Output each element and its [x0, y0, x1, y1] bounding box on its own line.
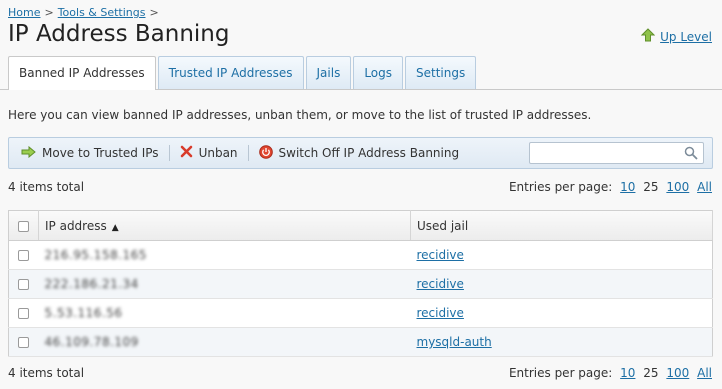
sort-ascending-icon: ▲ — [111, 222, 119, 233]
jail-link[interactable]: mysqld-auth — [417, 335, 492, 349]
up-level-link[interactable]: Up Level — [660, 30, 712, 44]
page-description: Here you can view banned IP addresses, u… — [8, 108, 592, 122]
breadcrumb-separator: > — [149, 6, 159, 19]
entries-per-page-bottom: Entries per page: 10 25 100 All — [509, 366, 712, 380]
tab-logs[interactable]: Logs — [353, 56, 404, 89]
ip-cell: 216.95.158.165 — [38, 240, 411, 270]
move-to-trusted-button[interactable]: Move to Trusted IPs — [17, 145, 163, 161]
jail-cell: mysqld-auth — [410, 327, 713, 357]
up-arrow-icon — [640, 28, 656, 45]
search-input[interactable] — [529, 142, 704, 164]
table-row: 46.109.78.109 mysqld-auth — [8, 327, 713, 357]
tab-bar: Banned IP Addresses Trusted IP Addresses… — [8, 56, 478, 90]
entries-per-page: Entries per page: 10 25 100 All — [509, 180, 712, 194]
switch-off-banning-label: Switch Off IP Address Banning — [278, 146, 460, 160]
table-row: 216.95.158.165 recidive — [8, 240, 713, 270]
entries-option-10[interactable]: 10 — [620, 180, 635, 194]
row-checkbox[interactable] — [18, 279, 30, 290]
jail-cell: recidive — [410, 298, 713, 328]
move-to-trusted-label: Move to Trusted IPs — [42, 146, 159, 160]
table-row: 5.53.116.56 recidive — [8, 298, 713, 328]
ip-address-value: 5.53.116.56 — [44, 306, 123, 320]
jail-cell: recidive — [410, 269, 713, 299]
jail-link[interactable]: recidive — [417, 248, 464, 262]
breadcrumb-tools-link[interactable]: Tools & Settings — [58, 6, 146, 19]
ip-cell: 222.186.21.34 — [38, 269, 411, 299]
items-total-bottom: 4 items total — [8, 366, 85, 380]
row-checkbox[interactable] — [18, 250, 30, 261]
banned-ip-table: IP address ▲ Used jail 216.95.158.165 rec… — [8, 210, 713, 357]
ip-address-value: 222.186.21.34 — [44, 277, 139, 291]
jail-cell: recidive — [410, 240, 713, 270]
jail-link[interactable]: recidive — [417, 277, 464, 291]
ip-address-header-label: IP address — [45, 218, 107, 233]
tab-settings[interactable]: Settings — [405, 56, 477, 89]
row-checkbox-cell — [8, 240, 39, 270]
row-checkbox-cell — [8, 298, 39, 328]
entries-per-page-label: Entries per page: — [508, 366, 613, 380]
switch-off-banning-button[interactable]: Switch Off IP Address Banning — [255, 144, 464, 162]
tab-banned-ip-addresses[interactable]: Banned IP Addresses — [8, 56, 156, 90]
entries-option-100[interactable]: 100 — [666, 366, 689, 380]
select-all-checkbox[interactable] — [18, 220, 29, 232]
ip-cell: 46.109.78.109 — [38, 327, 411, 357]
breadcrumb: Home > Tools & Settings > — [8, 6, 163, 19]
row-checkbox-cell — [8, 327, 39, 357]
power-off-icon — [258, 144, 273, 162]
entries-per-page-label: Entries per page: — [508, 180, 613, 194]
row-checkbox[interactable] — [18, 308, 30, 319]
toolbar-divider — [247, 145, 249, 161]
items-total: 4 items total — [8, 180, 85, 194]
breadcrumb-separator: > — [44, 6, 54, 19]
page-title: IP Address Banning — [8, 21, 230, 47]
entries-option-25: 25 — [643, 366, 659, 380]
entries-option-100[interactable]: 100 — [666, 180, 689, 194]
row-checkbox[interactable] — [18, 337, 30, 348]
tab-trusted-ip-addresses[interactable]: Trusted IP Addresses — [157, 56, 304, 89]
entries-option-all[interactable]: All — [697, 180, 712, 194]
green-arrow-icon — [21, 145, 36, 161]
table-header-row: IP address ▲ Used jail — [8, 210, 713, 241]
ip-cell: 5.53.116.56 — [38, 298, 411, 328]
tab-jails[interactable]: Jails — [305, 56, 352, 89]
entries-option-all[interactable]: All — [697, 366, 712, 380]
up-level[interactable]: Up Level — [640, 28, 712, 45]
entries-option-25: 25 — [643, 180, 659, 194]
jail-link[interactable]: recidive — [417, 306, 464, 320]
ip-address-value: 216.95.158.165 — [44, 248, 147, 262]
select-all-header — [8, 210, 39, 241]
table-row: 222.186.21.34 recidive — [8, 269, 713, 299]
breadcrumb-home-link[interactable]: Home — [8, 6, 40, 19]
search-icon[interactable] — [684, 146, 698, 163]
red-x-icon — [180, 145, 193, 161]
ip-address-header[interactable]: IP address ▲ — [38, 210, 411, 241]
entries-option-10[interactable]: 10 — [620, 366, 635, 380]
row-checkbox-cell — [8, 269, 39, 299]
toolbar: Move to Trusted IPs Unban Switch Off IP … — [8, 137, 713, 169]
ip-address-value: 46.109.78.109 — [44, 335, 139, 349]
used-jail-header[interactable]: Used jail — [410, 210, 713, 241]
unban-button[interactable]: Unban — [176, 145, 242, 161]
unban-label: Unban — [198, 146, 238, 160]
toolbar-divider — [168, 145, 170, 161]
